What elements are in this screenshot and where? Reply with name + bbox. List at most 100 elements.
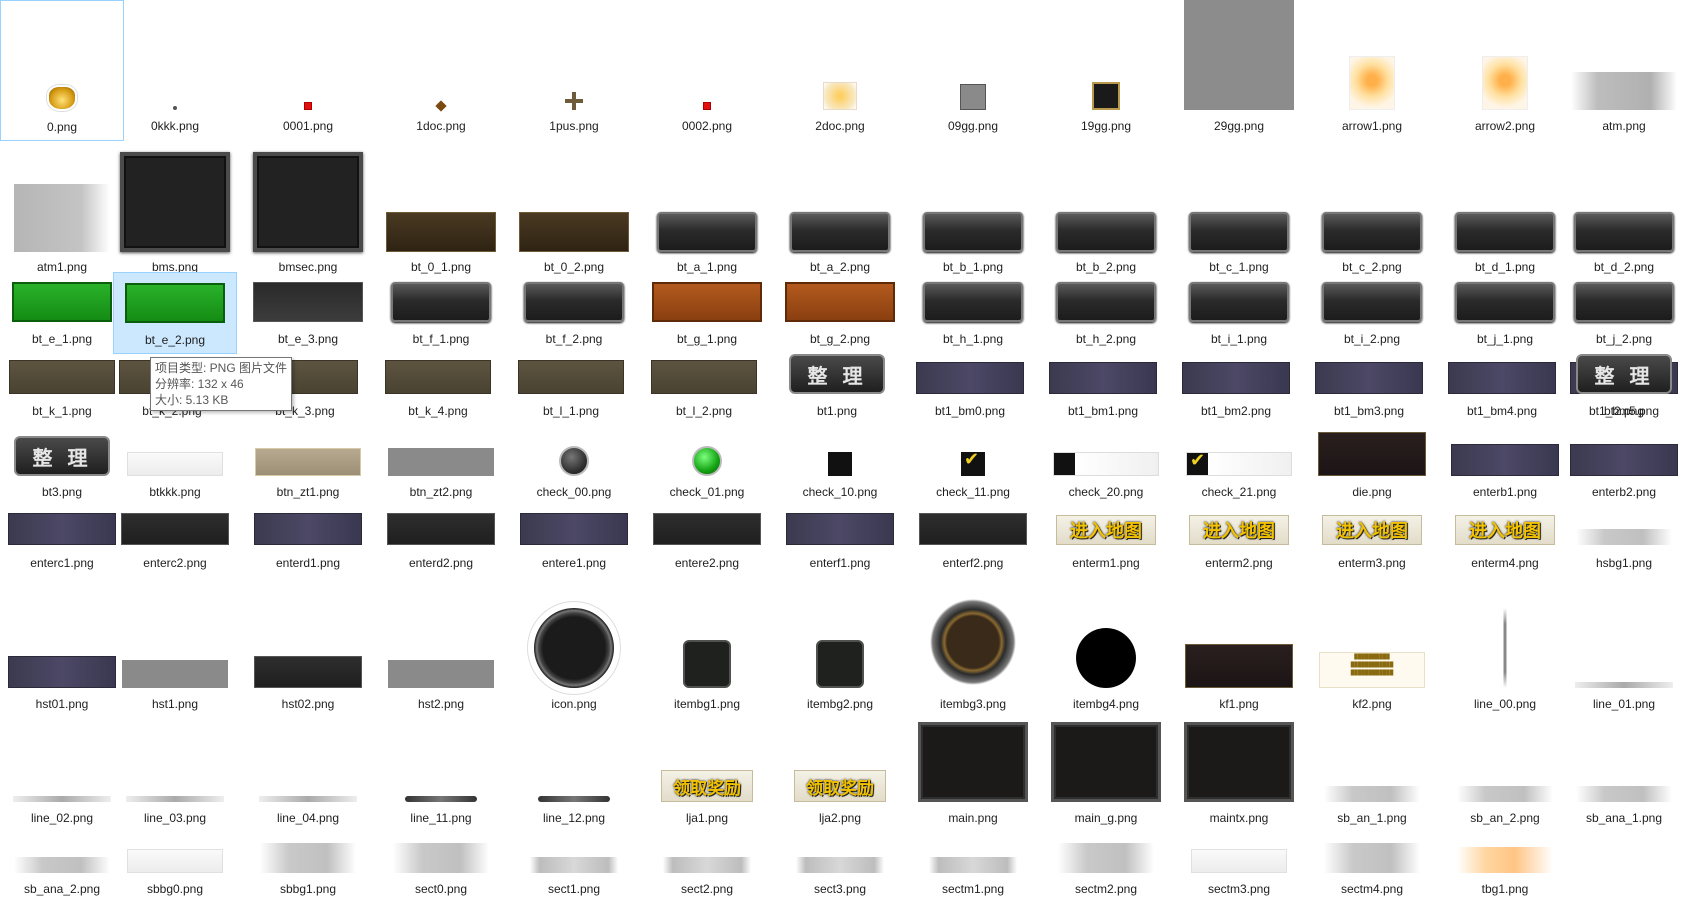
file-item[interactable]: bt1_bm2.png [1174,344,1298,426]
file-item[interactable]: bt_g_2.png [778,272,902,354]
file-item[interactable]: 领取奖励 lja2.png [778,709,902,833]
file-item[interactable]: btn_zt2.png [379,416,503,507]
file-item[interactable]: 0002.png [645,0,769,141]
file-item[interactable]: bt_a_2.png [778,131,902,282]
file-item[interactable]: sect1.png [512,823,636,904]
file-item[interactable]: hst02.png [246,568,370,719]
file-item[interactable]: line_04.png [246,709,370,833]
file-item[interactable]: line_11.png [379,709,503,833]
file-item[interactable]: enterd1.png [246,497,370,578]
file-item[interactable]: bt_b_1.png [911,131,1035,282]
file-item[interactable]: check_20.png [1044,416,1168,507]
file-item[interactable]: sectm2.png [1044,823,1168,904]
file-item[interactable]: bt1_bm3.png [1307,344,1431,426]
file-item[interactable]: line_12.png [512,709,636,833]
file-item[interactable]: 整 理 bt2.png [1562,344,1686,426]
file-item[interactable]: bt_l_2.png [642,344,766,426]
file-item[interactable]: 19gg.png [1044,0,1168,141]
file-item[interactable]: bt_c_2.png [1310,131,1434,282]
file-item[interactable]: itembg1.png [645,568,769,719]
file-item[interactable]: 1doc.png [379,0,503,141]
file-item[interactable]: 0001.png [246,0,370,141]
file-item[interactable]: 0.png [0,0,124,141]
file-item[interactable]: bt_d_1.png [1443,131,1567,282]
file-item[interactable]: line_00.png [1443,568,1567,719]
file-item[interactable]: 29gg.png [1177,0,1301,141]
file-item[interactable]: itembg2.png [778,568,902,719]
file-item[interactable]: arrow2.png [1443,0,1567,141]
file-item[interactable]: kf1.png [1177,568,1301,719]
file-item[interactable]: enterc2.png [113,497,237,578]
file-item[interactable]: hst01.png [0,568,124,719]
file-item[interactable]: check_00.png [512,416,636,507]
file-item[interactable]: bt_d_2.png [1562,131,1686,282]
file-item[interactable]: arrow1.png [1310,0,1434,141]
file-item[interactable]: sectm4.png [1310,823,1434,904]
file-item[interactable]: sb_an_2.png [1443,709,1567,833]
file-item[interactable]: bt_e_3.png [246,272,370,354]
file-item[interactable]: btn_zt1.png [246,416,370,507]
file-item[interactable]: itembg4.png [1044,568,1168,719]
file-item[interactable]: hst1.png [113,568,237,719]
file-item[interactable]: maintx.png [1177,709,1301,833]
file-item[interactable]: bt_b_2.png [1044,131,1168,282]
file-item[interactable]: 领取奖励 lja1.png [645,709,769,833]
file-item[interactable]: bt_f_2.png [512,272,636,354]
file-item[interactable]: line_02.png [0,709,124,833]
file-item[interactable]: sb_an_1.png [1310,709,1434,833]
file-item[interactable]: bt_l_1.png [509,344,633,426]
file-item[interactable]: atm.png [1562,0,1686,141]
file-item[interactable]: bt_k_4.png [376,344,500,426]
file-item[interactable]: bt_c_1.png [1177,131,1301,282]
file-item[interactable]: bt_f_1.png [379,272,503,354]
file-item[interactable]: 0kkk.png [113,0,237,141]
file-item[interactable]: hsbg1.png [1562,497,1686,578]
file-item[interactable]: ✔ check_21.png [1177,416,1301,507]
file-item[interactable]: bt_a_1.png [645,131,769,282]
file-item[interactable]: enterc1.png [0,497,124,578]
file-item[interactable]: 整 理 bt1.png [775,344,899,426]
file-item[interactable]: bt_e_1.png [0,272,124,354]
file-item[interactable]: bt_j_1.png [1443,272,1567,354]
file-item[interactable]: sb_ana_1.png [1562,709,1686,833]
file-item[interactable]: 整 理 bt3.png [0,416,124,507]
file-item[interactable]: bt1_bm0.png [908,344,1032,426]
file-item[interactable]: 2doc.png [778,0,902,141]
file-item[interactable]: ██████████ ████████████ ████████████ kf2.pn… [1310,568,1434,719]
file-item[interactable]: 进入地图 enterm4.png [1443,497,1567,578]
file-item[interactable]: entere1.png [512,497,636,578]
file-item[interactable]: sect2.png [645,823,769,904]
file-item[interactable]: ✔ check_11.png [911,416,1035,507]
file-item[interactable]: line_03.png [113,709,237,833]
file-item[interactable]: enterd2.png [379,497,503,578]
file-item[interactable]: itembg3.png [911,568,1035,719]
file-item[interactable]: bms.png [113,131,237,282]
file-item[interactable]: enterf2.png [911,497,1035,578]
file-item[interactable]: bt_0_2.png [512,131,636,282]
file-item[interactable]: bt1_bm1.png [1041,344,1165,426]
file-item[interactable]: sect0.png [379,823,503,904]
file-item[interactable]: 1pus.png [512,0,636,141]
file-item[interactable]: bt_i_1.png [1177,272,1301,354]
file-item[interactable]: enterb1.png [1443,416,1567,507]
file-item[interactable]: tbg1.png [1443,823,1567,904]
file-item[interactable]: 进入地图 enterm2.png [1177,497,1301,578]
file-item[interactable]: btkkk.png [113,416,237,507]
file-item[interactable]: bmsec.png [246,131,370,282]
file-item[interactable]: bt_h_2.png [1044,272,1168,354]
file-item[interactable]: atm1.png [0,131,124,282]
file-item[interactable]: bt_k_1.png [0,344,124,426]
file-item[interactable]: bt_g_1.png [645,272,769,354]
file-item[interactable]: bt_h_1.png [911,272,1035,354]
file-item[interactable]: enterf1.png [778,497,902,578]
file-item[interactable]: enterb2.png [1562,416,1686,507]
file-item[interactable]: bt_j_2.png [1562,272,1686,354]
file-item[interactable]: 进入地图 enterm3.png [1310,497,1434,578]
file-item[interactable]: bt_e_2.png [113,272,237,354]
file-item[interactable]: sbbg0.png [113,823,237,904]
file-item[interactable]: sect3.png [778,823,902,904]
file-item[interactable]: sectm1.png [911,823,1035,904]
file-item[interactable]: hst2.png [379,568,503,719]
file-item[interactable]: check_01.png [645,416,769,507]
file-item[interactable]: main.png [911,709,1035,833]
